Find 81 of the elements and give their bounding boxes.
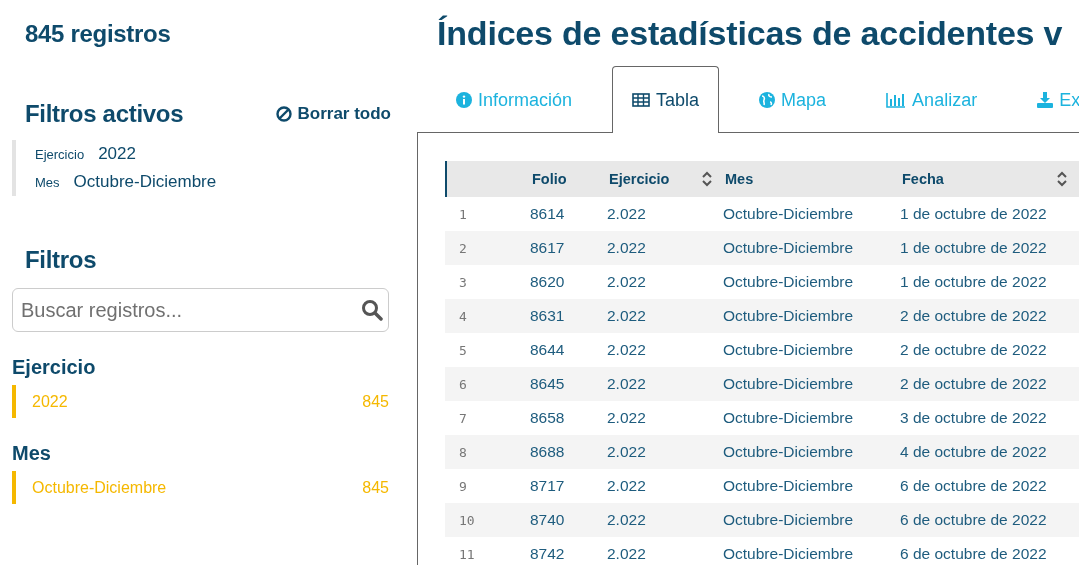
record-count: 845 registros <box>25 20 172 48</box>
globe-icon <box>759 92 776 108</box>
download-icon <box>1037 92 1054 108</box>
row-number: 8 <box>458 444 468 460</box>
table-cell-text: 2.022 <box>607 273 647 291</box>
filters-heading: Filtros <box>25 246 98 274</box>
row-number: 9 <box>458 478 468 494</box>
table-cell-text: 4 de octubre de 2022 <box>900 443 1048 461</box>
row-number: 6 <box>458 376 468 392</box>
table-cell-text: 6 de octubre de 2022 <box>900 545 1048 563</box>
table-cell-text: 3 de octubre de 2022 <box>900 409 1048 427</box>
row-number: 1 <box>458 206 468 222</box>
table-cell-text: 2.022 <box>607 205 647 223</box>
page-title: Índices de estadísticas de accidentes v <box>437 14 1064 53</box>
table-cell-text: 8617 <box>530 239 566 257</box>
table-cell-text: 2.022 <box>607 409 647 427</box>
table-icon <box>632 93 651 107</box>
table-cell-text: 1 de octubre de 2022 <box>900 239 1048 257</box>
column-header[interactable]: Ejercicio <box>609 171 670 187</box>
filter-label: Ejercicio <box>35 147 85 162</box>
filter-label: Mes <box>35 175 60 190</box>
sort-icon[interactable] <box>1056 171 1068 187</box>
table-cell-text: 8717 <box>530 477 566 495</box>
search-icon <box>361 299 383 321</box>
table-cell-text: Octubre-Diciembre <box>723 511 855 529</box>
filter-value: 2022 <box>98 144 136 164</box>
table-cell-text: 8614 <box>530 205 566 223</box>
table-cell-text: Octubre-Diciembre <box>723 239 855 257</box>
row-number: 11 <box>458 546 476 562</box>
row-number: 4 <box>458 308 468 324</box>
row-number: 7 <box>458 410 468 426</box>
active-filters-heading: Filtros activos <box>25 100 184 128</box>
table-cell-text: Octubre-Diciembre <box>723 375 855 393</box>
table-cell-text: 6 de octubre de 2022 <box>900 477 1048 495</box>
filter-group-heading: Mes <box>12 442 52 465</box>
tab[interactable]: Tabla <box>612 66 720 133</box>
table-cell-text: 1 de octubre de 2022 <box>900 273 1048 291</box>
table-cell-text: 2.022 <box>607 341 647 359</box>
table-cell-text: 6 de octubre de 2022 <box>900 511 1048 529</box>
table-cell-text: 2.022 <box>607 239 647 257</box>
table-cell-text: 1 de octubre de 2022 <box>900 205 1048 223</box>
table-cell-text: 8688 <box>530 443 566 461</box>
table-cell-text: 2.022 <box>607 307 647 325</box>
table-cell-text: 8645 <box>530 375 566 393</box>
table-cell-text: 2 de octubre de 2022 <box>900 341 1048 359</box>
column-header[interactable]: Mes <box>725 171 754 187</box>
table-cell-text: Octubre-Diciembre <box>723 341 855 359</box>
table-cell-text: 8620 <box>530 273 566 291</box>
clear-all-button[interactable]: Borrar todo <box>275 104 391 124</box>
table-cell-text: 8740 <box>530 511 566 529</box>
ban-icon <box>275 106 292 122</box>
search-field[interactable]: Buscar registros... <box>12 288 389 332</box>
row-number: 3 <box>458 274 468 290</box>
row-number: 5 <box>458 342 468 358</box>
table-cell-text: 8644 <box>530 341 566 359</box>
table-cell-text: Octubre-Diciembre <box>723 477 855 495</box>
sort-icon[interactable] <box>701 171 713 187</box>
filter-value: Octubre-Diciembre <box>73 172 217 192</box>
table-cell-text: 2.022 <box>607 511 647 529</box>
column-header[interactable]: Fecha <box>902 171 944 187</box>
info-icon <box>456 92 472 108</box>
table-cell-text: Octubre-Diciembre <box>723 545 855 563</box>
table-cell-text: 2.022 <box>607 443 647 461</box>
row-number: 10 <box>458 512 476 528</box>
table-cell-text: 2 de octubre de 2022 <box>900 375 1048 393</box>
table-cell-text: Octubre-Diciembre <box>723 409 855 427</box>
table-cell-text: 2.022 <box>607 545 647 563</box>
table-cell-text: Octubre-Diciembre <box>723 273 855 291</box>
table-cell-text: Octubre-Diciembre <box>723 443 855 461</box>
table-cell-text: 8631 <box>530 307 566 325</box>
table-cell-text: 8658 <box>530 409 566 427</box>
table-cell-text: Octubre-Diciembre <box>723 205 855 223</box>
table-cell-text: 8742 <box>530 545 566 563</box>
bar-chart-icon <box>886 92 907 108</box>
table-cell-text: 2 de octubre de 2022 <box>900 307 1048 325</box>
filter-group-heading: Ejercicio <box>12 356 97 379</box>
table-cell-text: Octubre-Diciembre <box>723 307 855 325</box>
table-cell-text: 2.022 <box>607 375 647 393</box>
row-number: 2 <box>458 240 468 256</box>
table-cell-text: 2.022 <box>607 477 647 495</box>
column-header[interactable]: Folio <box>532 171 567 187</box>
